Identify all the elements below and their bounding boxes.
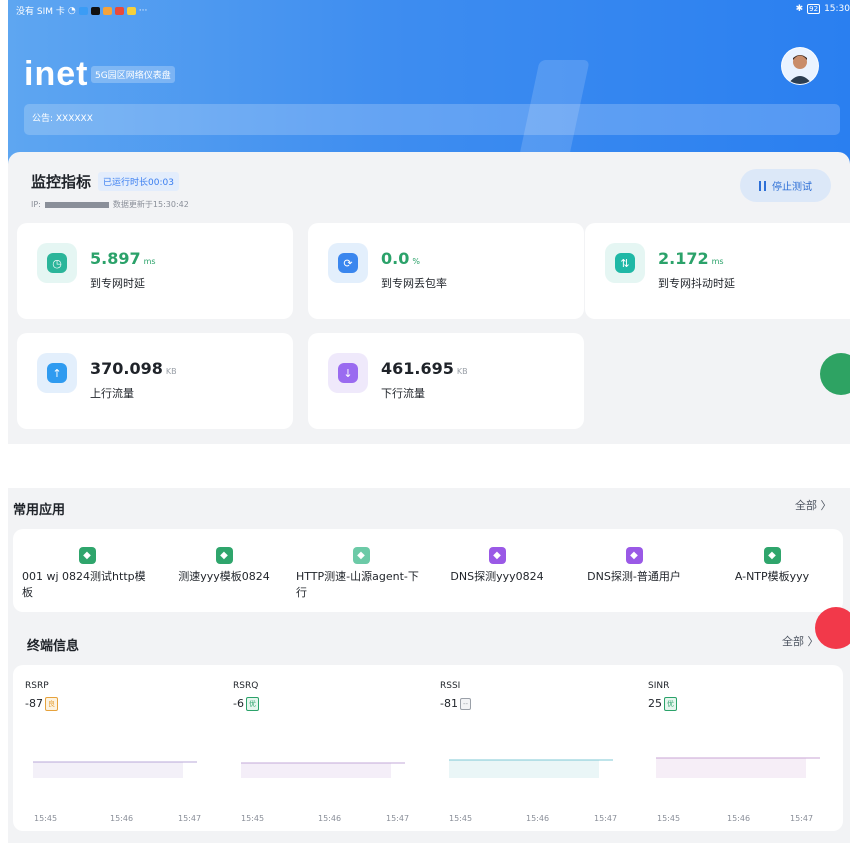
- run-duration-badge: 已运行时长00:03: [98, 172, 179, 191]
- app-logo: inet: [24, 55, 89, 93]
- app-label: HTTP测速-山源agent-下行: [296, 570, 419, 599]
- notice-text: 公告: XXXXXX: [32, 114, 93, 124]
- quality-tag: --: [459, 698, 472, 710]
- cube-icon: ◆: [352, 547, 370, 564]
- header-banner: [8, 0, 850, 170]
- app-item[interactable]: ◆ 测速yyy模板0824: [168, 547, 280, 584]
- metric-value: 0.0%: [381, 249, 420, 268]
- metric-value: 370.098 KB: [90, 359, 177, 378]
- app-icon: [102, 6, 112, 15]
- terminal-view-all-link[interactable]: 全部 〉: [782, 633, 819, 649]
- refresh-icon: ⟳: [328, 243, 368, 283]
- metric-label: 到专网抖动时延: [658, 277, 735, 290]
- time-tick: 15:47: [790, 814, 814, 823]
- wifi-icon: ◔: [67, 5, 76, 16]
- app-label: A-NTP模板yyy: [734, 570, 810, 583]
- pause-icon: [759, 180, 766, 191]
- avatar[interactable]: [781, 47, 819, 85]
- time-tick: 15:45: [657, 814, 681, 823]
- terminal-section-title: 终端信息: [27, 639, 80, 654]
- time-tick: 15:46: [727, 814, 751, 823]
- apps-section-title: 常用应用: [13, 503, 66, 518]
- signal-sinr: SINR 25 优: [648, 681, 677, 711]
- jitter-icon: ⇅: [605, 243, 645, 283]
- metric-card-download[interactable]: ↓ 461.695 KB 下行流量: [308, 333, 584, 429]
- rsrq-sparkline: [241, 762, 405, 778]
- app-label: 001 wj 0824测试http模板: [22, 570, 146, 599]
- battery-icon: 92: [807, 4, 821, 14]
- cube-icon: ◆: [488, 547, 506, 564]
- signal-rssi: RSSI -81 --: [440, 681, 472, 710]
- time-tick: 15:46: [110, 814, 134, 823]
- metric-value: 461.695 KB: [381, 359, 468, 378]
- stop-test-label: 停止测试: [772, 182, 812, 193]
- quality-tag: 良: [44, 697, 58, 711]
- app-icon: [78, 6, 88, 15]
- upload-icon: ↑: [37, 353, 77, 393]
- more-dots: ···: [138, 5, 148, 16]
- floating-red-button[interactable]: [815, 607, 850, 649]
- download-icon: ↓: [328, 353, 368, 393]
- updated-time: 数据更新于15:30:42: [112, 200, 189, 209]
- status-bar: 没有 SIM 卡 ◔ ··· ✱ 92 15:30: [8, 0, 850, 18]
- app-item[interactable]: ◆ DNS探测yyy0824: [440, 547, 554, 584]
- bluetooth-icon: ✱: [795, 4, 804, 14]
- metric-card-jitter[interactable]: ⇅ 2.172 ms 到专网抖动时延: [585, 223, 850, 319]
- app-icon: [114, 6, 124, 15]
- metric-label: 下行流量: [381, 387, 425, 400]
- ip-mask: [44, 201, 109, 208]
- app-item[interactable]: ◆ DNS探测-普通用户: [576, 547, 692, 584]
- quality-tag: 优: [664, 697, 677, 711]
- clock-icon: ◷: [37, 243, 77, 283]
- time-tick: 15:46: [318, 814, 342, 823]
- sim-status: 没有 SIM 卡: [16, 7, 65, 17]
- app-icon: [90, 6, 100, 15]
- time-tick: 15:47: [178, 814, 202, 823]
- cube-icon: ◆: [625, 547, 643, 564]
- app-label: DNS探测-普通用户: [587, 570, 681, 583]
- metric-card-upload[interactable]: ↑ 370.098 KB 上行流量: [17, 333, 293, 429]
- sinr-sparkline: [656, 757, 820, 778]
- metric-label: 到专网时延: [90, 277, 145, 290]
- app-label: 测速yyy模板0824: [178, 570, 270, 583]
- app-item[interactable]: ◆ A-NTP模板yyy: [716, 547, 828, 584]
- time-tick: 15:45: [241, 814, 265, 823]
- stop-test-button[interactable]: 停止测试: [740, 169, 831, 202]
- cube-icon: ◆: [78, 547, 96, 564]
- metric-card-latency[interactable]: ◷ 5.897 ms 到专网时延: [17, 223, 293, 319]
- metric-label: 到专网丢包率: [381, 277, 447, 290]
- time-tick: 15:46: [526, 814, 550, 823]
- app-item[interactable]: ◆ HTTP测速-山源agent-下行: [296, 547, 426, 600]
- cube-icon: ◆: [215, 547, 233, 564]
- user-avatar-icon: [788, 55, 812, 84]
- app-label: DNS探测yyy0824: [450, 570, 544, 583]
- time-tick: 15:45: [449, 814, 473, 823]
- terminal-card: [13, 665, 843, 831]
- ip-line: IP: 数据更新于15:30:42: [31, 199, 189, 210]
- time-tick: 15:47: [386, 814, 410, 823]
- app-item[interactable]: ◆ 001 wj 0824测试http模板: [22, 547, 152, 600]
- apps-view-all-link[interactable]: 全部 〉: [795, 497, 832, 513]
- signal-rsrp: RSRP -87 良: [25, 681, 58, 711]
- time-tick: 15:47: [594, 814, 618, 823]
- app-subtitle: 5G园区网络仪表盘: [91, 66, 175, 83]
- monitor-title: 监控指标: [31, 173, 92, 191]
- quality-tag: 优: [245, 697, 259, 711]
- app-icon: [126, 6, 136, 15]
- metric-label: 上行流量: [90, 387, 134, 400]
- rsrp-sparkline: [33, 761, 197, 778]
- clock-time: 15:30: [824, 4, 850, 14]
- metric-value: 2.172 ms: [658, 249, 724, 268]
- time-tick: 15:45: [34, 814, 58, 823]
- ip-label: IP:: [31, 200, 41, 209]
- metric-card-loss[interactable]: ⟳ 0.0% 到专网丢包率: [308, 223, 584, 319]
- rssi-sparkline: [449, 759, 613, 778]
- notice-bar[interactable]: 公告: XXXXXX: [24, 104, 840, 135]
- cube-icon: ◆: [763, 547, 781, 564]
- metric-value: 5.897 ms: [90, 249, 156, 268]
- signal-rsrq: RSRQ -6 优: [233, 681, 259, 711]
